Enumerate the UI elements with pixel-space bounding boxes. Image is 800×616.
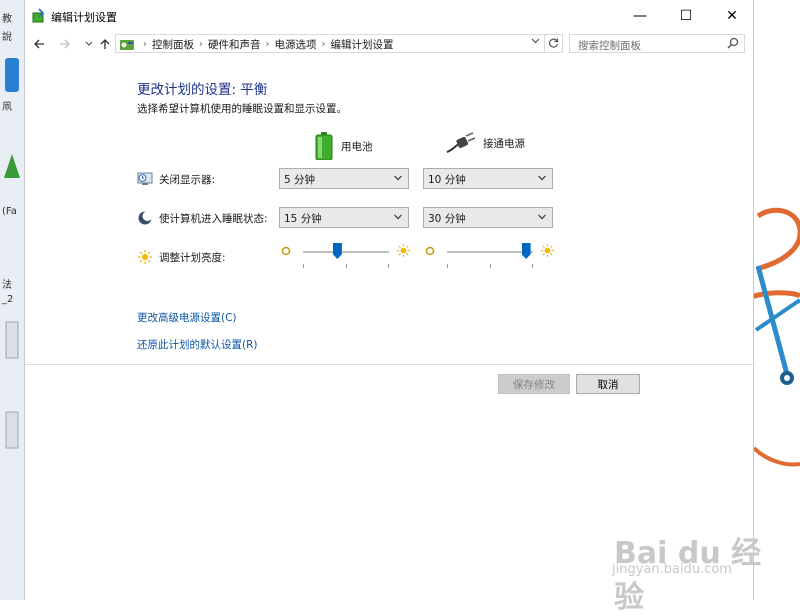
brightness-plugged-slider[interactable] <box>425 242 555 268</box>
page-title: 更改计划的设置: 平衡 <box>137 82 268 98</box>
display-off-row-label: 关闭显示器: <box>137 171 215 187</box>
minimize-button[interactable]: — <box>617 0 663 32</box>
desktop-icon-label: (Fa <box>2 206 17 217</box>
slider-tick <box>490 264 491 268</box>
page-subtitle: 选择希望计算机使用的睡眠设置和显示设置。 <box>137 103 347 115</box>
bright-sun-icon <box>540 243 555 258</box>
breadcrumb: › 控制面板 › 硬件和声音 › 电源选项 › 编辑计划设置 <box>138 37 394 52</box>
desktop-icon-label: 法 <box>2 280 12 291</box>
select-value: 30 分钟 <box>428 213 466 225</box>
slider-tick <box>447 264 448 268</box>
select-value: 10 分钟 <box>428 174 466 186</box>
control-panel-icon <box>120 40 134 50</box>
chevron-down-icon <box>538 175 546 181</box>
desktop-icon-label: 教 <box>2 14 12 25</box>
slider-tick <box>346 264 347 268</box>
desktop-app-icon[interactable] <box>2 150 22 180</box>
column-label: 接通电源 <box>483 137 525 150</box>
dim-sun-icon <box>425 246 435 256</box>
chevron-right-icon[interactable]: › <box>322 39 326 50</box>
chevron-right-icon[interactable]: › <box>199 39 203 50</box>
plan-settings-content: 更改计划的设置: 平衡 选择希望计算机使用的睡眠设置和显示设置。 用电池 接通电… <box>25 56 753 600</box>
back-arrow-icon[interactable] <box>31 36 47 52</box>
display-off-label: 关闭显示器: <box>159 173 216 186</box>
dim-sun-icon <box>281 246 291 256</box>
window-title: 编辑计划设置 <box>51 11 117 24</box>
display-off-battery-select[interactable]: 5 分钟 <box>279 168 409 189</box>
desktop-wallpaper <box>754 0 800 600</box>
desktop-icon-label: _2 <box>2 294 14 305</box>
cancel-button[interactable]: 取消 <box>576 374 640 394</box>
recent-locations-chevron-icon[interactable] <box>81 36 97 52</box>
brightness-label: 调整计划亮度: <box>159 251 226 264</box>
display-off-plugged-select[interactable]: 10 分钟 <box>423 168 553 189</box>
select-value: 5 分钟 <box>284 174 316 186</box>
chevron-right-icon[interactable]: › <box>143 39 147 50</box>
column-label: 用电池 <box>341 140 373 153</box>
desktop-icon-label: 說 <box>2 32 12 43</box>
chevron-right-icon[interactable]: › <box>266 39 270 50</box>
control-panel-window: 编辑计划设置 — ☐ ✕ › 控制面板 › 硬件和声音 › 电源选项 › 编辑计… <box>24 0 754 600</box>
desktop-app-icon[interactable] <box>4 410 20 450</box>
power-options-icon <box>32 8 45 23</box>
sleep-plugged-select[interactable]: 30 分钟 <box>423 207 553 228</box>
sleep-battery-select[interactable]: 15 分钟 <box>279 207 409 228</box>
slider-tick <box>388 264 389 268</box>
maximize-button[interactable]: ☐ <box>663 0 709 32</box>
navigation-bar: › 控制面板 › 硬件和声音 › 电源选项 › 编辑计划设置 搜索控制面板 <box>25 32 753 56</box>
address-bar[interactable]: › 控制面板 › 硬件和声音 › 电源选项 › 编辑计划设置 <box>115 34 545 53</box>
sleep-label: 使计算机进入睡眠状态: <box>159 212 268 225</box>
slider-tick <box>303 264 304 268</box>
brightness-battery-slider[interactable] <box>281 242 411 268</box>
select-value: 15 分钟 <box>284 213 322 225</box>
forward-arrow-icon[interactable] <box>57 36 73 52</box>
brightness-row-label: 调整计划亮度: <box>137 249 226 265</box>
battery-icon <box>315 132 333 160</box>
bicycle-art <box>754 207 800 467</box>
up-arrow-icon[interactable] <box>97 36 113 52</box>
column-header-plugged-in: 接通电源 <box>445 132 525 154</box>
title-bar[interactable]: 编辑计划设置 — ☐ ✕ <box>25 0 753 32</box>
desktop-app-icon[interactable] <box>2 56 22 96</box>
save-button[interactable]: 保存修改 <box>498 374 570 394</box>
sleep-row-label: 使计算机进入睡眠状态: <box>137 210 268 226</box>
column-header-battery: 用电池 <box>315 132 373 160</box>
close-button[interactable]: ✕ <box>709 0 755 32</box>
search-placeholder: 搜索控制面板 <box>578 40 641 52</box>
slider-thumb[interactable] <box>332 243 342 259</box>
slider-track <box>303 251 389 253</box>
breadcrumb-item[interactable]: 控制面板 <box>152 37 194 52</box>
desktop-icon-label: 凧 <box>2 102 12 113</box>
slider-tick <box>532 264 533 268</box>
desktop-app-icon[interactable] <box>4 320 20 360</box>
breadcrumb-item[interactable]: 硬件和声音 <box>208 37 261 52</box>
address-dropdown-chevron-icon[interactable] <box>531 36 540 48</box>
sun-icon <box>138 250 152 264</box>
refresh-icon[interactable] <box>545 34 563 53</box>
chevron-down-icon <box>538 214 546 220</box>
slider-track <box>447 251 533 253</box>
chevron-down-icon <box>394 175 402 181</box>
restore-defaults-link[interactable]: 还原此计划的默认设置(R) <box>137 337 258 352</box>
breadcrumb-item[interactable]: 电源选项 <box>275 37 317 52</box>
sleep-moon-icon <box>138 211 153 225</box>
divider <box>25 364 753 365</box>
search-input[interactable]: 搜索控制面板 <box>569 34 745 53</box>
monitor-clock-icon <box>137 172 153 185</box>
breadcrumb-item[interactable]: 编辑计划设置 <box>331 37 394 52</box>
desktop-left-strip: 教 說 凧 (Fa 法 _2 <box>0 0 24 600</box>
advanced-power-settings-link[interactable]: 更改高级电源设置(C) <box>137 310 237 325</box>
bright-sun-icon <box>396 243 411 258</box>
power-plug-icon <box>446 132 475 153</box>
slider-thumb[interactable] <box>521 243 531 259</box>
chevron-down-icon <box>394 214 402 220</box>
search-icon[interactable] <box>727 37 739 49</box>
